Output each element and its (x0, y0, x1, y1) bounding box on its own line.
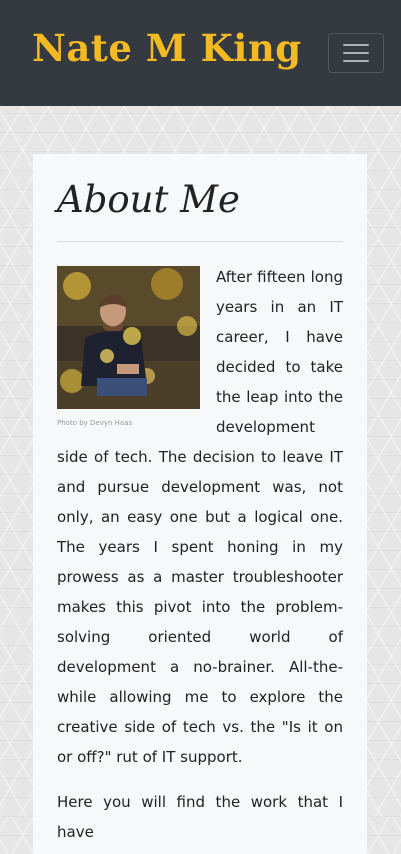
profile-photo-figure: Photo by Devyn Haas (57, 266, 200, 427)
about-card: About Me Photo by Devyn Haas After fifte… (33, 154, 367, 854)
title-divider (57, 241, 343, 242)
brand-logo-text[interactable]: Nate M King (32, 26, 302, 70)
page-title: About Me (57, 178, 240, 221)
profile-photo (57, 266, 200, 409)
photo-caption: Photo by Devyn Haas (57, 419, 133, 427)
navbar: Nate M King (0, 0, 401, 106)
about-paragraph-2: Here you will find the work that I have (57, 793, 343, 841)
hamburger-menu-icon (343, 44, 369, 62)
navbar-toggle-button[interactable] (328, 33, 384, 73)
